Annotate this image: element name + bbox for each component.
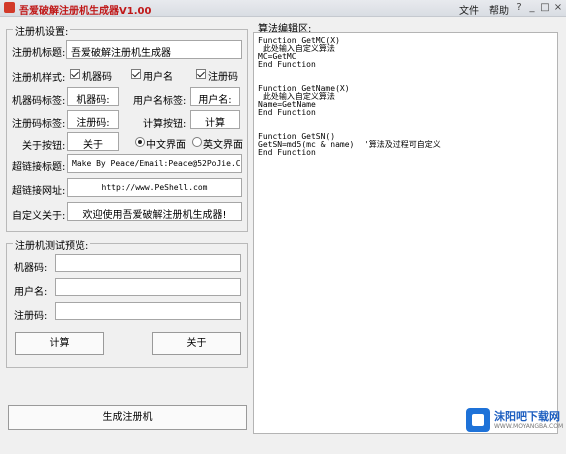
close-icon[interactable]: × (551, 1, 565, 14)
calc-button-label-input[interactable]: 计算 (190, 110, 240, 129)
maximize-icon[interactable]: □ (538, 1, 552, 14)
link-title-label: 超链接标题: (12, 162, 66, 173)
about-button-label-input[interactable]: 关于 (67, 132, 119, 151)
style-label: 注册机样式: (12, 73, 66, 84)
calc-button-label-label: 计算按钮: (143, 119, 187, 130)
username-option-label: 用户名 (143, 72, 173, 83)
machine-label-input[interactable]: 机器码: (67, 87, 119, 106)
preview-username-label: 用户名: (14, 287, 48, 298)
machine-code-option-label: 机器码 (82, 72, 112, 83)
menu-help[interactable]: 帮助 (489, 2, 509, 17)
minimize-icon[interactable]: _ (525, 1, 539, 14)
watermark-logo-icon (466, 408, 490, 432)
link-url-label: 超链接网址: (12, 186, 66, 197)
keygen-title-label: 注册机标题: (12, 48, 66, 59)
generate-keygen-button[interactable]: 生成注册机 (8, 405, 247, 430)
chinese-ui-radio[interactable] (135, 137, 145, 147)
preview-group-title: 注册机测试预览: (13, 237, 91, 252)
username-checkbox[interactable] (131, 69, 141, 79)
machine-code-checkbox[interactable] (70, 69, 80, 79)
chinese-ui-label: 中文界面 (146, 140, 186, 151)
preview-machine-code-label: 机器码: (14, 263, 48, 274)
preview-regcode-label: 注册码: (14, 311, 48, 322)
regcode-label-label: 注册码标签: (12, 119, 66, 130)
regcode-option-label: 注册码 (208, 72, 238, 83)
link-url-input[interactable]: http://www.PeShell.com (67, 178, 242, 197)
regcode-checkbox[interactable] (196, 69, 206, 79)
keygen-title-input[interactable]: 吾爱破解注册机生成器 (66, 40, 242, 59)
preview-username-input[interactable] (55, 278, 241, 296)
settings-group-title: 注册机设置: (13, 23, 71, 38)
algorithm-editor[interactable]: Function GetMC(X) 此处输入自定义算法 MC=GetMC End… (253, 32, 558, 434)
watermark-subtext: WWW.MOYANGBA.COM (494, 423, 564, 430)
english-ui-label: 英文界面 (203, 140, 243, 151)
preview-calc-button[interactable]: 计算 (15, 332, 104, 355)
help-icon[interactable]: ? (512, 1, 526, 14)
custom-about-label: 自定义关于: (12, 211, 66, 222)
preview-about-button[interactable]: 关于 (152, 332, 241, 355)
custom-about-input[interactable]: 欢迎使用吾爱破解注册机生成器! (67, 202, 242, 221)
site-watermark: 沫阳吧下载网 WWW.MOYANGBA.COM (466, 404, 564, 436)
username-label-label: 用户名标签: (133, 96, 187, 107)
username-label-input[interactable]: 用户名: (190, 87, 240, 106)
regcode-label-input[interactable]: 注册码: (67, 110, 119, 129)
preview-machine-code-input[interactable] (55, 254, 241, 272)
link-title-input[interactable]: Make By Peace/Email:Peace@52PoJie.Cn (67, 154, 242, 173)
window-title: 吾爱破解注册机生成器V1.00 (19, 6, 152, 17)
title-bar: 吾爱破解注册机生成器V1.00 文件 帮助 ? _ □ × (0, 0, 566, 17)
watermark-text: 沫阳吧下载网 (494, 410, 560, 423)
about-button-label-label: 关于按钮: (22, 141, 66, 152)
english-ui-radio[interactable] (192, 137, 202, 147)
preview-regcode-input[interactable] (55, 302, 241, 320)
menu-file[interactable]: 文件 (459, 2, 479, 17)
app-icon (4, 2, 15, 13)
machine-label-label: 机器码标签: (12, 96, 66, 107)
